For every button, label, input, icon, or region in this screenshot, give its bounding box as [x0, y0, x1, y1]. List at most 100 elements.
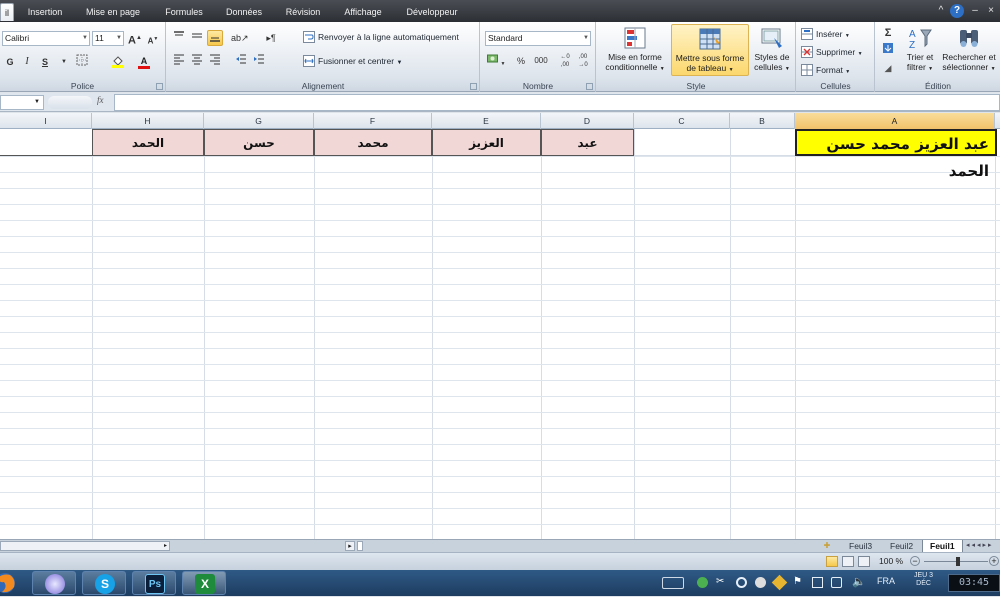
align-bottom-icon[interactable] [207, 30, 223, 46]
cell-a1[interactable]: عبد العزيز محمد حسن الحمد [795, 129, 997, 180]
tray-network-icon[interactable] [812, 577, 823, 588]
close-window-icon[interactable]: × [984, 4, 998, 18]
tab-accueil[interactable]: il [0, 3, 14, 21]
insert-function-icon[interactable]: fx [97, 95, 104, 105]
wrap-text-button[interactable]: Renvoyer à la ligne automatiquement [318, 31, 459, 43]
column-header-f[interactable]: F [314, 113, 432, 129]
volume-icon[interactable]: 🔈 [852, 575, 866, 588]
taskbar-itunes[interactable] [32, 571, 76, 595]
number-format-select[interactable]: Standard ▼ [485, 31, 591, 46]
cell-g1[interactable]: حسن [204, 129, 314, 156]
zoom-out-icon[interactable]: − [910, 556, 920, 566]
firefox-icon[interactable] [0, 571, 18, 595]
borders-icon[interactable] [74, 54, 90, 70]
tray-sync-icon[interactable] [736, 577, 747, 588]
keyboard-icon[interactable] [662, 577, 684, 589]
tab-revision[interactable]: Révision [280, 3, 326, 21]
column-header-i[interactable]: I [0, 113, 92, 129]
cell-b1[interactable] [730, 129, 795, 156]
shrink-font-button[interactable]: A▼ [145, 31, 161, 47]
align-middle-icon[interactable] [189, 30, 205, 46]
scroll-right-icon[interactable]: ▸ [161, 542, 170, 550]
sheet-navigation-icons[interactable]: ◂◂◂▸▸ [966, 541, 994, 549]
cell-f1[interactable]: محمد [314, 129, 432, 156]
tray-flag-icon[interactable]: ⚑ [793, 576, 802, 587]
format-as-table-button[interactable]: Mettre sous forme de tableau ▼ [671, 24, 749, 76]
sort-filter-button[interactable]: AZ Trier et filtrer ▼ [902, 24, 938, 76]
column-header-g[interactable]: G [204, 113, 314, 129]
tab-formules[interactable]: Formules [158, 3, 210, 21]
font-size-select[interactable]: 11 ▼ [92, 31, 124, 46]
column-header-d[interactable]: D [541, 113, 634, 129]
underline-button[interactable]: S [37, 54, 53, 70]
percent-button[interactable]: % [513, 53, 529, 69]
column-header-c[interactable]: C [634, 113, 730, 129]
decrease-indent-icon[interactable] [233, 53, 249, 69]
font-color-button[interactable]: A [136, 53, 152, 69]
alignment-dialog-launcher[interactable] [470, 83, 477, 90]
align-left-icon[interactable] [171, 53, 187, 69]
tray-date[interactable]: JEU 3 DÉC [914, 572, 933, 588]
increase-decimal-icon[interactable]: ←0,00 [557, 53, 573, 69]
tray-monitor-icon[interactable] [831, 577, 842, 588]
minimize-ribbon-icon[interactable]: ^ [934, 4, 948, 18]
autosum-button[interactable]: Σ [880, 25, 896, 41]
page-break-view-icon[interactable] [858, 556, 870, 567]
column-header-a[interactable]: A [795, 113, 995, 129]
tab-donnees[interactable]: Données [220, 3, 268, 21]
taskbar-excel[interactable]: X [182, 571, 226, 595]
minimize-window-icon[interactable]: – [968, 4, 982, 18]
merge-center-button[interactable]: Fusionner et centrer ▼ [318, 55, 402, 69]
zoom-in-icon[interactable]: + [989, 556, 999, 566]
format-button[interactable]: Format ▼ [801, 62, 871, 78]
taskbar-skype[interactable]: S [82, 571, 126, 595]
tab-mise-en-page[interactable]: Mise en page [80, 3, 146, 21]
currency-icon[interactable]: ▼ [485, 53, 507, 69]
horizontal-scrollbar[interactable]: ▸ [0, 541, 170, 551]
tab-insertion[interactable]: Insertion [18, 3, 72, 21]
align-center-icon[interactable] [189, 53, 205, 69]
tray-update-icon[interactable] [771, 574, 788, 591]
find-select-button[interactable]: Rechercher et sélectionner ▼ [939, 24, 999, 76]
cell-h1[interactable]: الحمد [92, 129, 204, 156]
cell-d1[interactable]: عبد [541, 129, 634, 156]
text-direction-icon[interactable]: ▸¶ [263, 30, 279, 46]
normal-view-icon[interactable] [826, 556, 838, 567]
thousands-button[interactable]: 000 [531, 53, 551, 69]
scroll-right-arrow-icon[interactable]: ▸ [345, 541, 355, 551]
tab-split-handle[interactable] [357, 541, 363, 551]
column-header-h[interactable]: H [92, 113, 204, 129]
cell-e1[interactable]: العزيز [432, 129, 541, 156]
tab-affichage[interactable]: Affichage [336, 3, 390, 21]
column-header-b[interactable]: B [730, 113, 795, 129]
tab-developpeur[interactable]: Développeur [400, 3, 464, 21]
tray-itunes-icon[interactable] [755, 577, 766, 588]
italic-button[interactable]: I [19, 54, 35, 70]
language-indicator[interactable]: FRA [877, 576, 895, 586]
grow-font-button[interactable]: A▲ [127, 30, 143, 47]
clear-icon[interactable]: ◢ [880, 60, 896, 76]
bold-button[interactable]: G [2, 54, 18, 70]
fill-icon[interactable] [880, 42, 896, 58]
name-box[interactable]: ▼ [0, 95, 44, 110]
align-top-icon[interactable] [171, 30, 187, 46]
cell-styles-button[interactable]: Styles de cellules ▼ [751, 24, 793, 76]
align-right-icon[interactable] [207, 53, 223, 69]
fill-color-icon[interactable] [110, 54, 126, 70]
name-box-dropdown-icon[interactable]: ▼ [34, 96, 40, 109]
increase-indent-icon[interactable] [251, 53, 267, 69]
delete-button[interactable]: Supprimer ▼ [801, 44, 871, 60]
column-header-e[interactable]: E [432, 113, 541, 129]
zoom-level[interactable]: 100 % [879, 556, 903, 566]
underline-dropdown-icon[interactable]: ▼ [56, 54, 72, 70]
decrease-decimal-icon[interactable]: ,00 →0 [575, 53, 591, 69]
zoom-slider-thumb[interactable] [956, 557, 960, 566]
cell-c1[interactable] [634, 129, 730, 156]
clock[interactable]: 03:45 [948, 574, 1000, 592]
conditional-format-button[interactable]: Mise en forme conditionnelle ▼ [601, 24, 669, 76]
taskbar-photoshop[interactable]: Ps [132, 571, 176, 595]
number-dialog-launcher[interactable] [586, 83, 593, 90]
font-name-select[interactable]: Calibri ▼ [2, 31, 90, 46]
insert-sheet-icon[interactable]: ✚ [820, 540, 834, 552]
help-icon[interactable]: ? [950, 4, 964, 18]
